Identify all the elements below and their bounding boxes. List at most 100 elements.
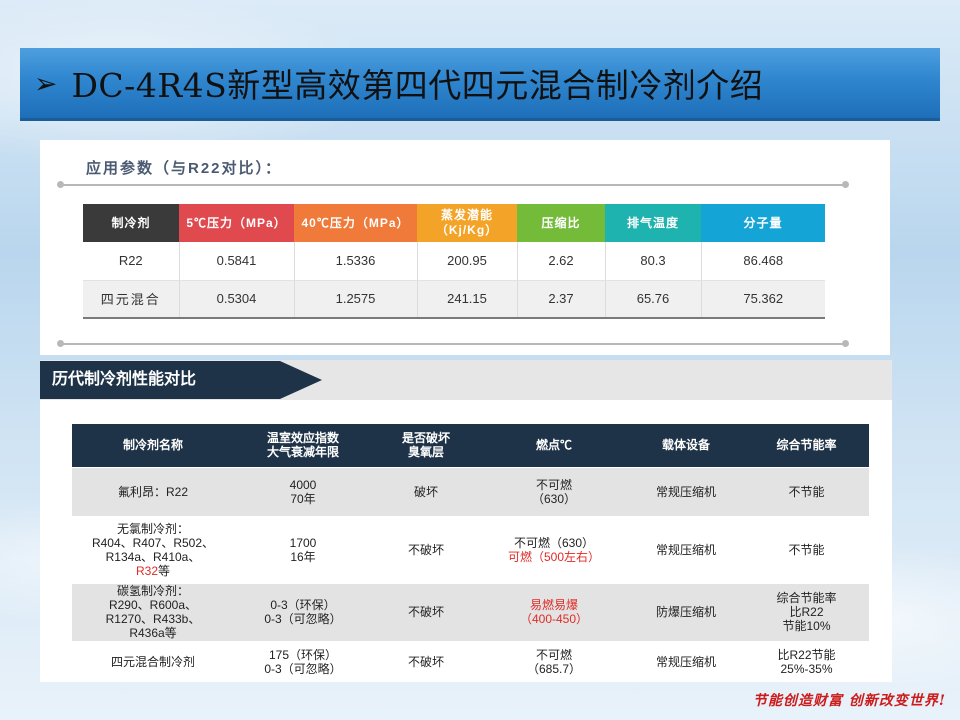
cell-line: 易燃易爆 bbox=[529, 598, 578, 612]
cell-line: 防爆压缩机 bbox=[655, 605, 716, 619]
cell-line: 综合节能率 bbox=[776, 591, 837, 605]
cell-ozone: 不破坏 bbox=[372, 640, 480, 682]
table-row: 四元混合 0.5304 1.2575 241.15 2.37 65.76 75.… bbox=[83, 280, 825, 319]
cell-line: R1270、R433b、 bbox=[105, 612, 201, 626]
table-row: R22 0.5841 1.5336 200.95 2.62 80.3 86.46… bbox=[83, 242, 825, 281]
cell-flash-point: 不可燃 （685.7） bbox=[480, 640, 628, 682]
cell-energy-saving: 不节能 bbox=[744, 515, 869, 583]
highlight-text: R32 bbox=[135, 563, 158, 578]
header-line: 载体设备 bbox=[661, 438, 710, 453]
cell-discharge-temp: 80.3 bbox=[605, 242, 702, 281]
header-refrigerant: 制冷剂 bbox=[83, 204, 179, 242]
table-row: 氟利昂：R22 4000 70年 破坏 不可燃 （630） 常规压缩机 不节能 bbox=[72, 466, 869, 516]
cell-refrigerant-name: 碳氢制冷剂： R290、R600a、 R1270、R433b、 R436a等 bbox=[72, 582, 234, 641]
cell-line: 比R22节能 bbox=[777, 647, 836, 662]
header-ozone: 是否破坏 臭氧层 bbox=[372, 424, 480, 467]
header-line: 综合节能率 bbox=[776, 438, 837, 453]
cell-line: 0-3（可忽略） bbox=[264, 612, 342, 626]
cell-line: 不可燃（630） bbox=[513, 535, 595, 550]
cell-line: R436a等 bbox=[129, 626, 177, 640]
parameters-panel: 应用参数（与R22对比）： 制冷剂 5℃压力（MPa） 40℃压力（MPa） 蒸… bbox=[40, 140, 890, 355]
cell-device: 常规压缩机 bbox=[628, 515, 744, 583]
cell-device: 常规压缩机 bbox=[628, 466, 744, 516]
top-divider bbox=[57, 181, 849, 188]
cell-ozone: 不破坏 bbox=[372, 582, 480, 641]
cell-flash-point: 易燃易爆 （400-450） bbox=[480, 582, 628, 641]
cell-gwp: 1700 16年 bbox=[234, 515, 372, 583]
cell-energy-saving: 比R22节能 25%-35% bbox=[744, 640, 869, 682]
suffix-text: 等 bbox=[158, 563, 171, 578]
header-device: 载体设备 bbox=[628, 424, 744, 467]
cell-line: （630） bbox=[531, 491, 577, 506]
cell-line: 不破坏 bbox=[407, 605, 444, 619]
table-row: 碳氢制冷剂： R290、R600a、 R1270、R433b、 R436a等 0-3（环… bbox=[72, 582, 869, 641]
cell-line: 175（环保） bbox=[268, 647, 338, 662]
cell-gwp: 175（环保） 0-3（可忽略） bbox=[234, 640, 372, 682]
cell-flash-point: 不可燃（630） 可燃（500左右） bbox=[480, 515, 628, 583]
cell-compression-ratio: 2.62 bbox=[517, 242, 606, 281]
cell-pressure-5c: 0.5304 bbox=[179, 280, 295, 319]
cell-line: 比R22 bbox=[789, 605, 824, 619]
header-line: 是否破坏 bbox=[401, 431, 450, 446]
header-compression-ratio: 压缩比 bbox=[517, 204, 605, 242]
cell-line: 破坏 bbox=[413, 484, 438, 499]
slogan: 节能创造财富 创新改变世界! bbox=[752, 693, 946, 709]
cell-gwp: 0-3（环保） 0-3（可忽略） bbox=[234, 582, 372, 641]
cell-refrigerant: 四元混合 bbox=[83, 280, 180, 319]
history-table: 制冷剂名称 温室效应指数 大气衰减年限 是否破坏 臭氧层 燃点℃ 载体设备 综合 bbox=[72, 424, 869, 682]
cell-line: R134a、R410a、 bbox=[105, 549, 201, 564]
cell-line: 不破坏 bbox=[407, 542, 444, 557]
cell-line: 不破坏 bbox=[407, 654, 444, 669]
header-molecular-weight: 分子量 bbox=[701, 204, 825, 242]
cell-line: （400-450） bbox=[519, 612, 589, 626]
header-line: 制冷剂名称 bbox=[122, 438, 183, 453]
cell-latent-heat: 200.95 bbox=[417, 242, 518, 281]
cell-line: （685.7） bbox=[526, 661, 582, 676]
header-pressure-40c: 40℃压力（MPa） bbox=[294, 204, 417, 242]
cell-line: 不可燃 bbox=[535, 647, 572, 662]
header-refrigerant-name: 制冷剂名称 bbox=[72, 424, 234, 467]
cell-line: 0-3（环保） bbox=[270, 598, 336, 612]
cell-refrigerant-name: 四元混合制冷剂 bbox=[72, 640, 234, 682]
bottom-divider bbox=[57, 340, 849, 347]
cell-refrigerant: R22 bbox=[83, 242, 180, 281]
cell-gwp: 4000 70年 bbox=[234, 466, 372, 516]
table-row: 四元混合制冷剂 175（环保） 0-3（可忽略） 不破坏 不可燃 （685.7） 常规压缩机… bbox=[72, 640, 869, 682]
cell-line: 碳氢制冷剂： bbox=[116, 584, 189, 598]
header-energy-saving: 综合节能率 bbox=[744, 424, 869, 467]
cell-line: 无氯制冷剂： bbox=[116, 521, 189, 536]
cell-molecular-weight: 86.468 bbox=[701, 242, 825, 281]
cell-line: 常规压缩机 bbox=[655, 542, 716, 557]
cell-flash-point: 不可燃 （630） bbox=[480, 466, 628, 516]
title-bar: ➢ DC-4R4S新型高效第四代四元混合制冷剂介绍 bbox=[20, 48, 940, 121]
cell-latent-heat: 241.15 bbox=[417, 280, 518, 319]
cell-line: 常规压缩机 bbox=[655, 484, 716, 499]
parameters-table: 制冷剂 5℃压力（MPa） 40℃压力（MPa） 蒸发潜能（Kj/Kg） 压缩比… bbox=[83, 204, 825, 319]
cell-line: 氟利昂：R22 bbox=[117, 484, 188, 499]
header-pressure-5c: 5℃压力（MPa） bbox=[179, 204, 294, 242]
cell-line: R404、R407、R502、 bbox=[91, 535, 215, 550]
cell-ozone: 破坏 bbox=[372, 466, 480, 516]
cell-line: 不节能 bbox=[788, 542, 825, 557]
cell-line: 70年 bbox=[290, 491, 316, 506]
cell-line: 四元混合制冷剂 bbox=[110, 654, 195, 669]
cell-pressure-5c: 0.5841 bbox=[179, 242, 295, 281]
header-flash-point: 燃点℃ bbox=[480, 424, 628, 467]
header-gwp: 温室效应指数 大气衰减年限 bbox=[234, 424, 372, 467]
parameters-header-row: 制冷剂 5℃压力（MPa） 40℃压力（MPa） 蒸发潜能（Kj/Kg） 压缩比… bbox=[83, 204, 825, 242]
header-line: 大气衰减年限 bbox=[266, 445, 339, 460]
history-header-row: 制冷剂名称 温室效应指数 大气衰减年限 是否破坏 臭氧层 燃点℃ 载体设备 综合 bbox=[72, 424, 869, 467]
cell-line: 可燃（500左右） bbox=[507, 549, 601, 564]
cell-line: R290、R600a、 bbox=[108, 598, 198, 612]
table-row: 无氯制冷剂： R404、R407、R502、 R134a、R410a、 R32等 170… bbox=[72, 515, 869, 583]
cell-line: 节能10% bbox=[782, 619, 831, 633]
cell-line: 不节能 bbox=[788, 484, 825, 499]
header-line: 温室效应指数 bbox=[266, 431, 339, 446]
slide-title: DC-4R4S新型高效第四代四元混合制冷剂介绍 bbox=[71, 66, 764, 105]
cell-refrigerant-name: 无氯制冷剂： R404、R407、R502、 R134a、R410a、 R32等 bbox=[72, 515, 234, 583]
cell-line: 4000 bbox=[289, 477, 317, 492]
cell-line: 不可燃 bbox=[535, 477, 572, 492]
cell-molecular-weight: 75.362 bbox=[701, 280, 825, 319]
header-discharge-temp: 排气温度 bbox=[605, 204, 701, 242]
cell-line: R32等 bbox=[76, 564, 230, 578]
